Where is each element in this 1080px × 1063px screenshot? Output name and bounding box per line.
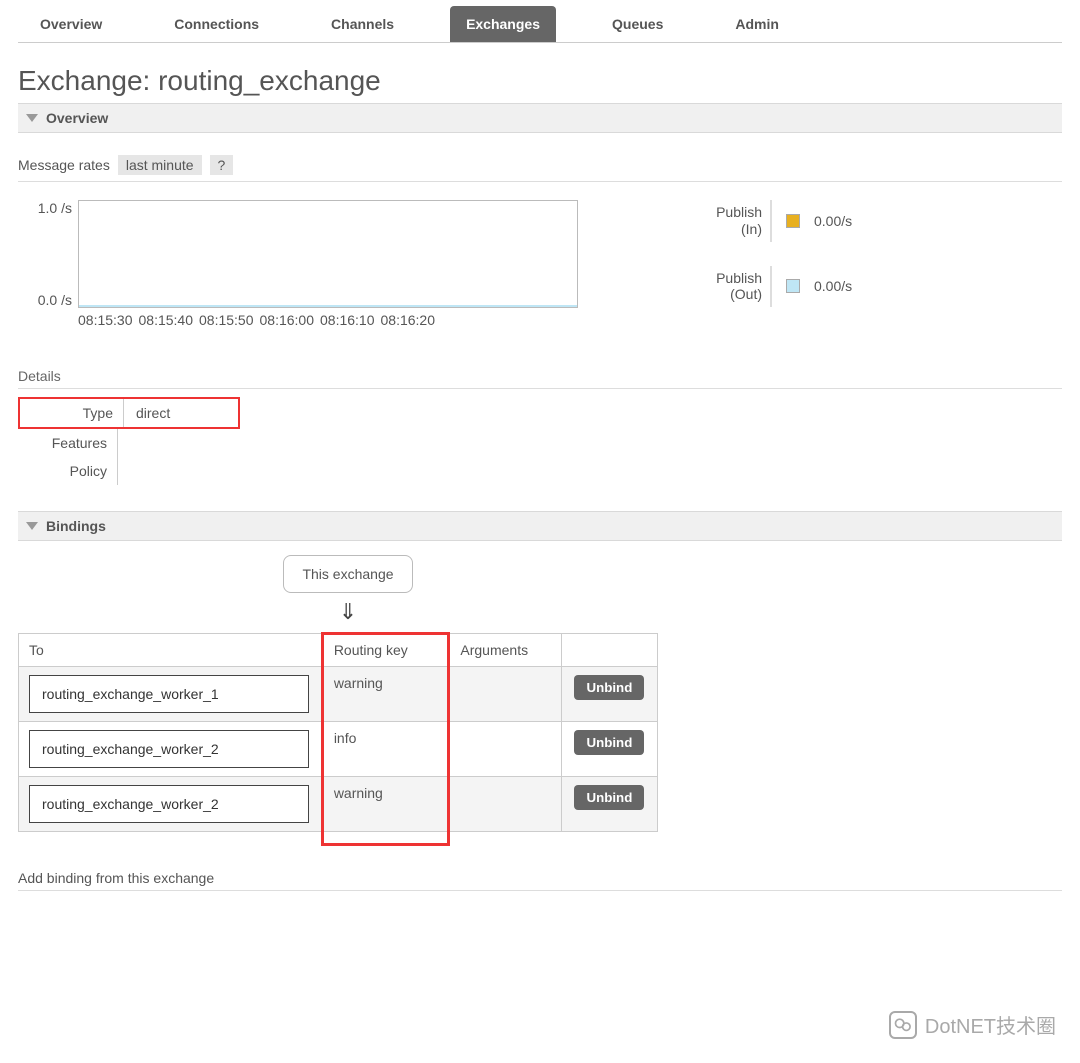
details-policy-label: Policy (18, 457, 118, 485)
binding-routing-key: info (323, 722, 450, 777)
message-rates-row: Message rates last minute ? (18, 155, 1062, 182)
binding-arguments (450, 667, 561, 722)
bindings-header-row: To Routing key Arguments (19, 634, 658, 667)
binding-routing-key: warning (323, 667, 450, 722)
section-header-overview-label: Overview (46, 110, 108, 126)
watermark: DotNET技术圈 (889, 1010, 1056, 1039)
details-features-label: Features (18, 429, 118, 457)
swatch-publish-in (786, 214, 800, 228)
details-policy-value (118, 457, 142, 485)
section-header-bindings-label: Bindings (46, 518, 106, 534)
x-tick: 08:16:20 (381, 312, 436, 328)
unbind-button[interactable]: Unbind (574, 730, 644, 755)
watermark-text: DotNET技术圈 (925, 1010, 1056, 1039)
swatch-publish-out (786, 279, 800, 293)
col-actions (561, 634, 657, 667)
chart-x-axis: 08:15:30 08:15:40 08:15:50 08:16:00 08:1… (78, 308, 598, 328)
legend-publish-in-label-a: Publish (716, 204, 762, 220)
wechat-icon (889, 1011, 917, 1039)
message-rates-chart-row: 1.0 /s 0.0 /s 08:15:30 08:15:40 08:15:50… (18, 200, 1062, 328)
message-rates-label: Message rates (18, 157, 110, 173)
chart-series-line (79, 305, 577, 307)
add-binding-header: Add binding from this exchange (18, 870, 1062, 891)
col-routing-key: Routing key (323, 634, 450, 667)
x-tick: 08:16:10 (320, 312, 375, 328)
details-header: Details (18, 368, 1062, 389)
tab-connections[interactable]: Connections (158, 6, 275, 42)
binding-arguments (450, 777, 561, 832)
legend-publish-out-label-a: Publish (716, 270, 762, 286)
unbind-button[interactable]: Unbind (574, 785, 644, 810)
tab-overview[interactable]: Overview (24, 6, 118, 42)
col-to: To (19, 634, 324, 667)
legend-publish-in-label-b: (In) (741, 221, 762, 237)
details-table: Type direct Features Policy (18, 397, 1062, 485)
details-features-value (118, 429, 142, 457)
message-rates-range[interactable]: last minute (118, 155, 202, 175)
page-title: Exchange: routing_exchange (18, 65, 1062, 97)
binding-row: routing_exchange_worker_1 warning Unbind (19, 667, 658, 722)
legend-publish-in-value: 0.00/s (814, 213, 852, 229)
tab-channels[interactable]: Channels (315, 6, 410, 42)
legend-publish-in: Publish (In) 0.00/s (652, 200, 852, 242)
x-tick: 08:15:30 (78, 312, 133, 328)
binding-row: routing_exchange_worker_2 warning Unbind (19, 777, 658, 832)
x-tick: 08:16:00 (260, 312, 315, 328)
binding-destination-link[interactable]: routing_exchange_worker_1 (29, 675, 309, 713)
binding-destination-link[interactable]: routing_exchange_worker_2 (29, 730, 309, 768)
binding-destination-link[interactable]: routing_exchange_worker_2 (29, 785, 309, 823)
legend-publish-out-label-b: (Out) (730, 286, 762, 302)
tab-exchanges[interactable]: Exchanges (450, 6, 556, 42)
this-exchange-box: This exchange (283, 555, 412, 593)
bindings-flow: This exchange ⇓ (18, 555, 678, 623)
y-tick-max: 1.0 /s (38, 200, 72, 216)
binding-row: routing_exchange_worker_2 info Unbind (19, 722, 658, 777)
unbind-button[interactable]: Unbind (574, 675, 644, 700)
main-tabs: Overview Connections Channels Exchanges … (18, 0, 1062, 43)
details-type-label: Type (24, 399, 124, 427)
page-title-prefix: Exchange: (18, 65, 158, 96)
bindings-table: To Routing key Arguments routing_exchang… (18, 633, 658, 832)
binding-arguments (450, 722, 561, 777)
tab-queues[interactable]: Queues (596, 6, 679, 42)
legend-publish-out: Publish (Out) 0.00/s (652, 266, 852, 308)
section-header-overview[interactable]: Overview (18, 103, 1062, 133)
col-arguments: Arguments (450, 634, 561, 667)
down-arrow-icon: ⇓ (339, 601, 357, 623)
chevron-down-icon (26, 114, 38, 122)
chevron-down-icon (26, 522, 38, 530)
y-tick-min: 0.0 /s (38, 292, 72, 308)
chart-legend: Publish (In) 0.00/s Publish (Out) 0.00/s (652, 200, 852, 307)
x-tick: 08:15:50 (199, 312, 254, 328)
message-rates-chart: 1.0 /s 0.0 /s 08:15:30 08:15:40 08:15:50… (18, 200, 598, 328)
help-button[interactable]: ? (210, 155, 234, 175)
details-type-value: direct (124, 399, 182, 427)
binding-routing-key: warning (323, 777, 450, 832)
legend-publish-out-value: 0.00/s (814, 278, 852, 294)
section-header-bindings[interactable]: Bindings (18, 511, 1062, 541)
tab-admin[interactable]: Admin (719, 6, 795, 42)
exchange-name: routing_exchange (158, 65, 381, 96)
chart-plot-area (78, 200, 578, 308)
x-tick: 08:15:40 (139, 312, 194, 328)
